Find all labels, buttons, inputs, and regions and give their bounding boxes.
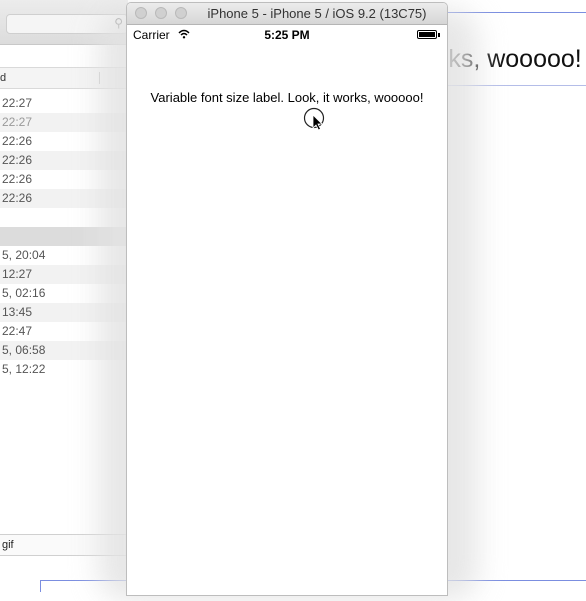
simulator-title: iPhone 5 - iPhone 5 / iOS 9.2 (13C75)	[207, 6, 427, 21]
finder-file-name: gif	[2, 539, 14, 551]
zoom-button[interactable]	[175, 7, 187, 19]
column-header-label: d	[0, 72, 7, 84]
battery-icon	[417, 30, 437, 39]
background-window-border-left	[40, 580, 41, 592]
minimize-button[interactable]	[155, 7, 167, 19]
simulator-window: iPhone 5 - iPhone 5 / iOS 9.2 (13C75) Ca…	[126, 2, 448, 596]
battery-tip	[438, 33, 440, 37]
ios-status-bar: Carrier 5:25 PM	[127, 24, 447, 44]
variable-font-label: Variable font size label. Look, it works…	[150, 90, 424, 105]
app-content: Variable font size label. Look, it works…	[127, 44, 447, 595]
mouse-cursor-icon	[303, 107, 325, 131]
simulator-titlebar[interactable]: iPhone 5 - iPhone 5 / iOS 9.2 (13C75)	[127, 3, 447, 25]
status-time: 5:25 PM	[264, 28, 310, 42]
close-button[interactable]	[135, 7, 147, 19]
